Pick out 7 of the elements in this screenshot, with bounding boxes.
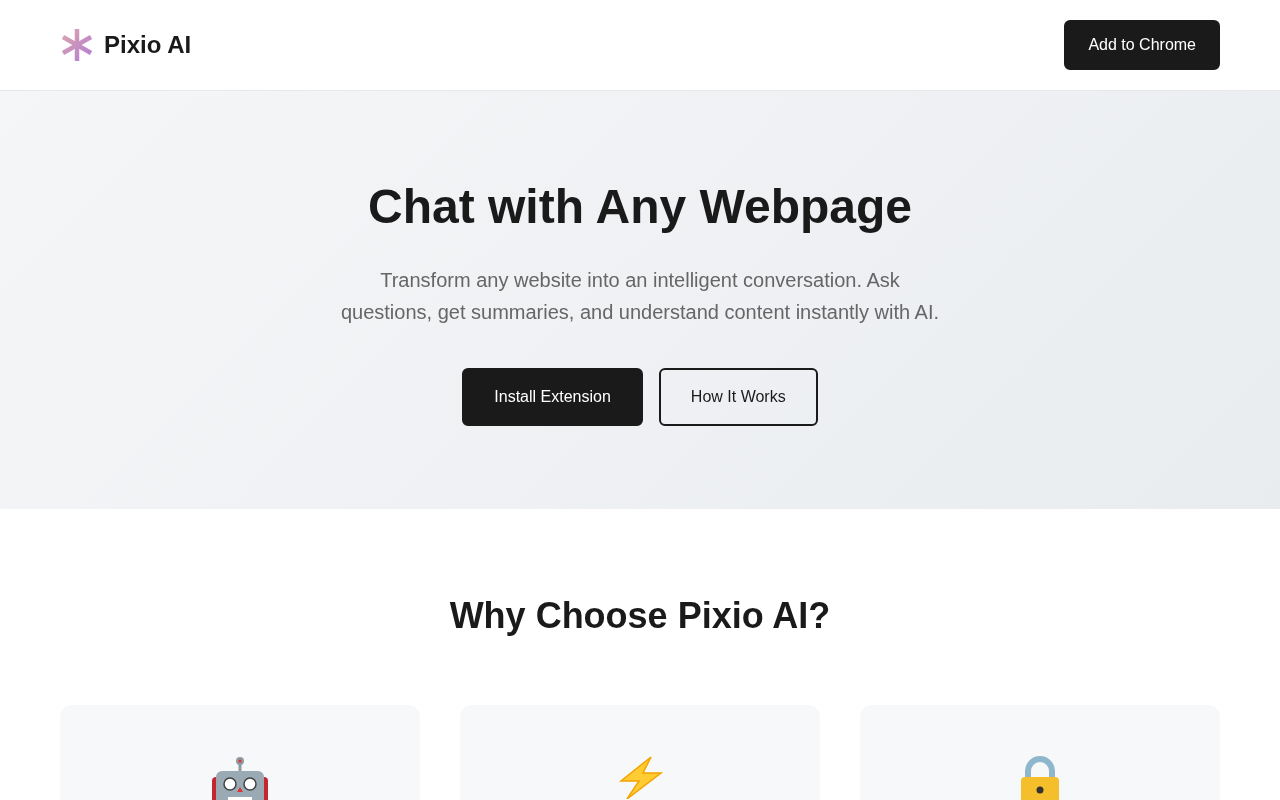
hero-title: Chat with Any Webpage <box>368 179 912 234</box>
features-title: Why Choose Pixio AI? <box>449 595 831 637</box>
add-to-chrome-button[interactable]: Add to Chrome <box>1064 20 1220 70</box>
install-button[interactable]: Install Extension <box>462 368 643 426</box>
hero-subtitle: Transform any website into an intelligent conversation. Ask questions, get summaries, and understand content instantly with AI. <box>340 268 940 325</box>
brand-name: Pixio AI <box>104 31 192 59</box>
how-it-works-button[interactable]: How It Works <box>658 368 818 426</box>
